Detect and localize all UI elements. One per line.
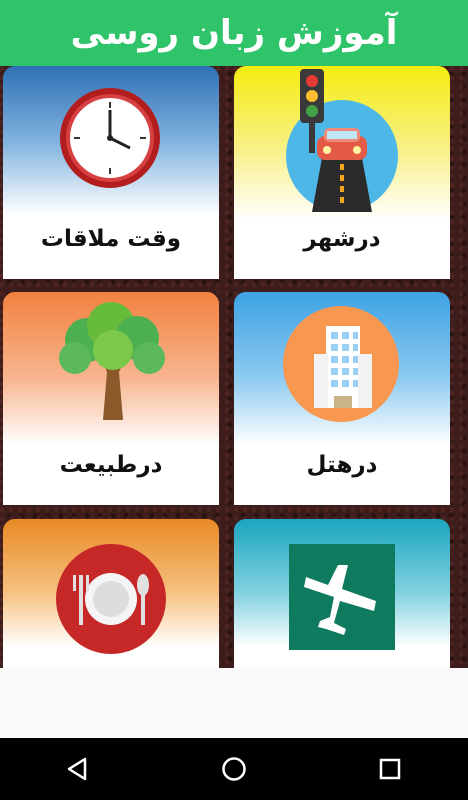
recents-button[interactable] <box>360 747 420 791</box>
plate-cutlery-icon <box>56 544 166 654</box>
recents-icon <box>379 758 401 780</box>
empty-area <box>0 668 468 738</box>
category-grid: وقت ملاقات درشهر درطبیعت درهتل <box>0 66 468 668</box>
card-label: درهتل <box>306 452 378 478</box>
card-label: وقت ملاقات <box>40 226 182 252</box>
airplane-icon <box>289 544 395 650</box>
category-card-restaurant[interactable] <box>3 519 219 668</box>
category-card-at-hotel[interactable]: درهتل <box>234 292 450 505</box>
category-card-meeting-time[interactable]: وقت ملاقات <box>3 66 219 279</box>
category-card-in-city[interactable]: درشهر <box>234 66 450 279</box>
category-card-in-nature[interactable]: درطبیعت <box>3 292 219 505</box>
app-title: آموزش زبان روسی <box>70 13 398 53</box>
system-navigation-bar <box>0 738 468 800</box>
home-icon <box>222 757 246 781</box>
app-header: آموزش زبان روسی <box>0 0 468 66</box>
category-card-airport[interactable] <box>234 519 450 668</box>
card-label: درطبیعت <box>59 452 163 478</box>
back-button[interactable] <box>48 747 108 791</box>
card-label: درشهر <box>303 226 381 252</box>
back-icon <box>67 757 87 781</box>
home-button[interactable] <box>204 747 264 791</box>
